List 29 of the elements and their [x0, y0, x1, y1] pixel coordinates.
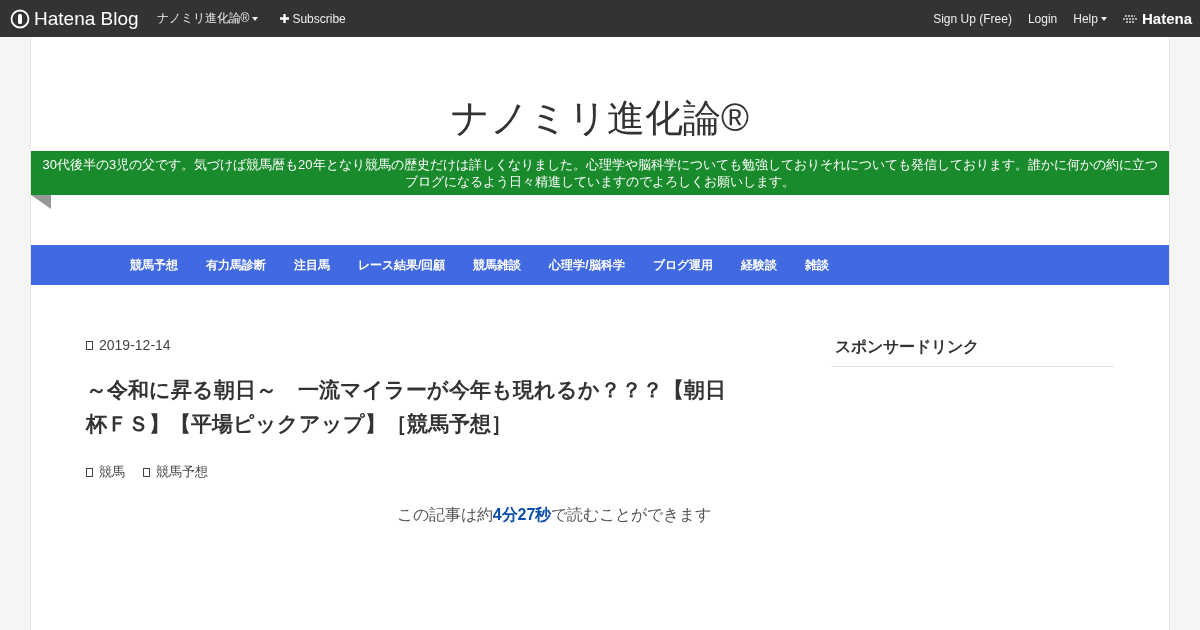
nav-link[interactable]: 注目馬: [280, 256, 344, 274]
nav-link[interactable]: ブログ運用: [638, 256, 727, 274]
blog-title[interactable]: ナノミリ進化論®: [31, 37, 1169, 151]
blog-menu[interactable]: ナノミリ進化論®: [156, 10, 259, 27]
login-link[interactable]: Login: [1027, 11, 1058, 26]
blog-description: 30代後半の3児の父です。気づけば競馬暦も20年となり競馬の歴史だけは詳しくなりました。心理学や脳科学についても勉強しておりそれについても発信しております。誰かに何かの約に立つブログになるよう日々精進していますのでよろしくお願いします。: [31, 151, 1169, 195]
nav-link[interactable]: 有力馬診断: [192, 256, 280, 274]
caret-icon: [1100, 16, 1107, 21]
nav-link[interactable]: 経験談: [726, 256, 791, 274]
entry-title[interactable]: ～令和に昇る朝日～ 一流マイラーが今年も現れるか？？？【朝日杯ＦＳ】【平場ピックアップ】［競馬予想］: [86, 373, 732, 441]
nav-link[interactable]: レース結果/回顧: [344, 256, 460, 274]
caret-icon: [252, 16, 259, 21]
ribbon-fold: [31, 195, 51, 209]
brand-name[interactable]: Hatena Blog: [34, 7, 139, 30]
nav-link[interactable]: 雑談: [790, 256, 843, 274]
entry-date[interactable]: 2019-12-14: [99, 337, 171, 353]
sidebar-heading: スポンサードリンク: [831, 337, 1114, 367]
hatena-link[interactable]: Hatena: [1141, 10, 1192, 27]
category-link[interactable]: 競馬: [86, 463, 125, 481]
subscribe-link[interactable]: Subscribe: [280, 11, 346, 26]
signup-link[interactable]: Sign Up (Free): [933, 11, 1012, 26]
plus-icon: [280, 14, 290, 23]
nav-link[interactable]: 競馬雑談: [459, 256, 536, 274]
help-menu[interactable]: Help: [1073, 11, 1107, 26]
nav-link[interactable]: 競馬予想: [116, 256, 192, 274]
category-link[interactable]: 競馬予想: [143, 463, 208, 481]
reading-time: この記事は約4分27秒で読むことができます: [395, 505, 713, 525]
nav-link[interactable]: 心理学/脳科学: [535, 256, 639, 274]
logo-icon: [10, 8, 30, 29]
